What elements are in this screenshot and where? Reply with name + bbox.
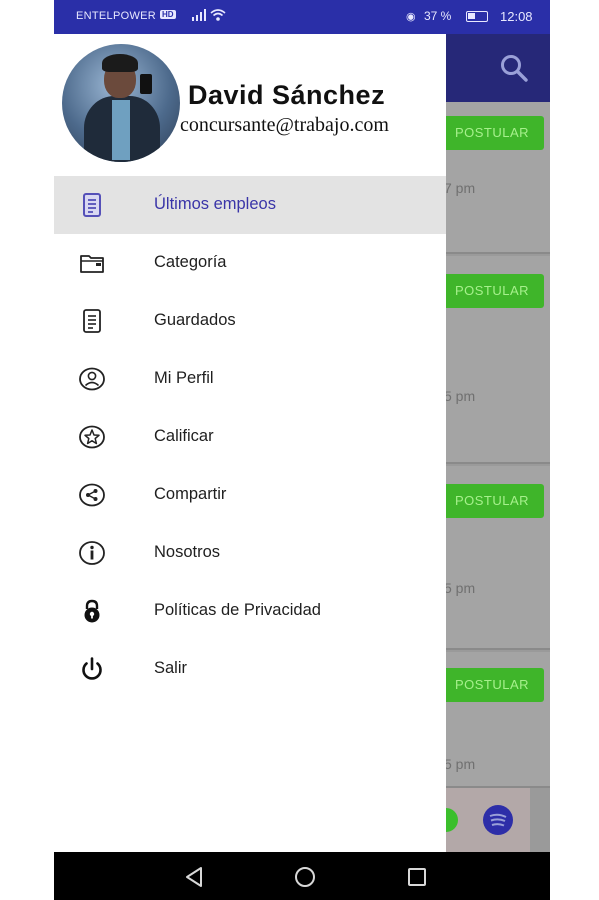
card-time: 7 pm: [444, 180, 476, 196]
home-icon[interactable]: [292, 864, 318, 890]
green-app-icon[interactable]: [444, 804, 464, 834]
menu-item-label: Categoría: [154, 253, 227, 271]
menu-item-list-document[interactable]: Últimos empleos: [54, 176, 446, 234]
search-icon[interactable]: [500, 54, 528, 82]
battery-fill: [468, 13, 475, 19]
eye-comfort-icon: ◉: [406, 11, 416, 23]
user-name: David Sánchez: [188, 80, 386, 110]
folder-icon: [78, 249, 106, 277]
menu-item-label: Guardados: [154, 311, 236, 329]
spotify-icon[interactable]: [482, 804, 514, 836]
menu-item-profile[interactable]: Mi Perfil: [54, 350, 446, 408]
lock-icon: [78, 597, 106, 625]
postular-button[interactable]: POSTULAR: [440, 116, 544, 150]
avatar[interactable]: [62, 44, 180, 162]
recents-icon[interactable]: [404, 864, 430, 890]
signal-icon: [192, 9, 206, 21]
menu-item-lock[interactable]: Políticas de Privacidad: [54, 582, 446, 640]
postular-button[interactable]: POSTULAR: [440, 484, 544, 518]
saved-document-icon: [78, 307, 106, 335]
card-time: 5 pm: [444, 756, 476, 772]
avatar-hair: [102, 54, 138, 72]
menu-item-label: Mi Perfil: [154, 369, 214, 387]
postular-button[interactable]: POSTULAR: [440, 668, 544, 702]
menu-item-label: Salir: [154, 659, 188, 677]
carrier-name: ENTELPOWER: [76, 10, 157, 22]
back-icon[interactable]: [182, 864, 208, 890]
menu-item-info[interactable]: Nosotros: [54, 524, 446, 582]
menu-item-label: Últimos empleos: [154, 195, 276, 213]
hd-badge: HD: [160, 10, 176, 19]
menu-item-label: Políticas de Privacidad: [154, 601, 321, 619]
system-nav-bar: [54, 852, 550, 900]
status-bar: ENTELPOWER HD ◉ 37 % 12:08: [54, 0, 550, 34]
menu-item-label: Nosotros: [154, 543, 221, 561]
menu-item-star[interactable]: Calificar: [54, 408, 446, 466]
postular-button[interactable]: POSTULAR: [440, 274, 544, 308]
menu-item-share[interactable]: Compartir: [54, 466, 446, 524]
card-time: 5 pm: [444, 580, 476, 596]
share-icon: [78, 481, 106, 509]
power-icon: [78, 655, 106, 683]
avatar-shirt: [112, 100, 130, 160]
star-icon: [78, 423, 106, 451]
info-icon: [78, 539, 106, 567]
share-apps-strip: [444, 788, 530, 852]
profile-icon: [78, 365, 106, 393]
phone-screen: ENTELPOWER HD ◉ 37 % 12:08 POSTULAR 7 pm P…: [54, 0, 550, 900]
avatar-phone: [140, 74, 152, 94]
drawer-menu: Últimos empleos Categoría Guardados Mi Perf…: [54, 176, 446, 698]
battery-percent: 37 %: [424, 9, 452, 23]
menu-item-label: Calificar: [154, 427, 214, 445]
menu-item-power[interactable]: Salir: [54, 640, 446, 698]
menu-item-folder[interactable]: Categoría: [54, 234, 446, 292]
battery-icon: [466, 11, 488, 22]
list-document-icon: [78, 191, 106, 219]
menu-item-label: Compartir: [154, 485, 227, 503]
drawer-header: David Sánchez concursante@trabajo.com: [54, 34, 446, 174]
menu-item-saved-document[interactable]: Guardados: [54, 292, 446, 350]
card-time: 5 pm: [444, 388, 476, 404]
wifi-icon: [210, 9, 226, 21]
clock: 12:08: [500, 9, 533, 24]
user-email: concursante@trabajo.com: [180, 114, 389, 136]
navigation-drawer: David Sánchez concursante@trabajo.com Úl…: [54, 34, 446, 852]
